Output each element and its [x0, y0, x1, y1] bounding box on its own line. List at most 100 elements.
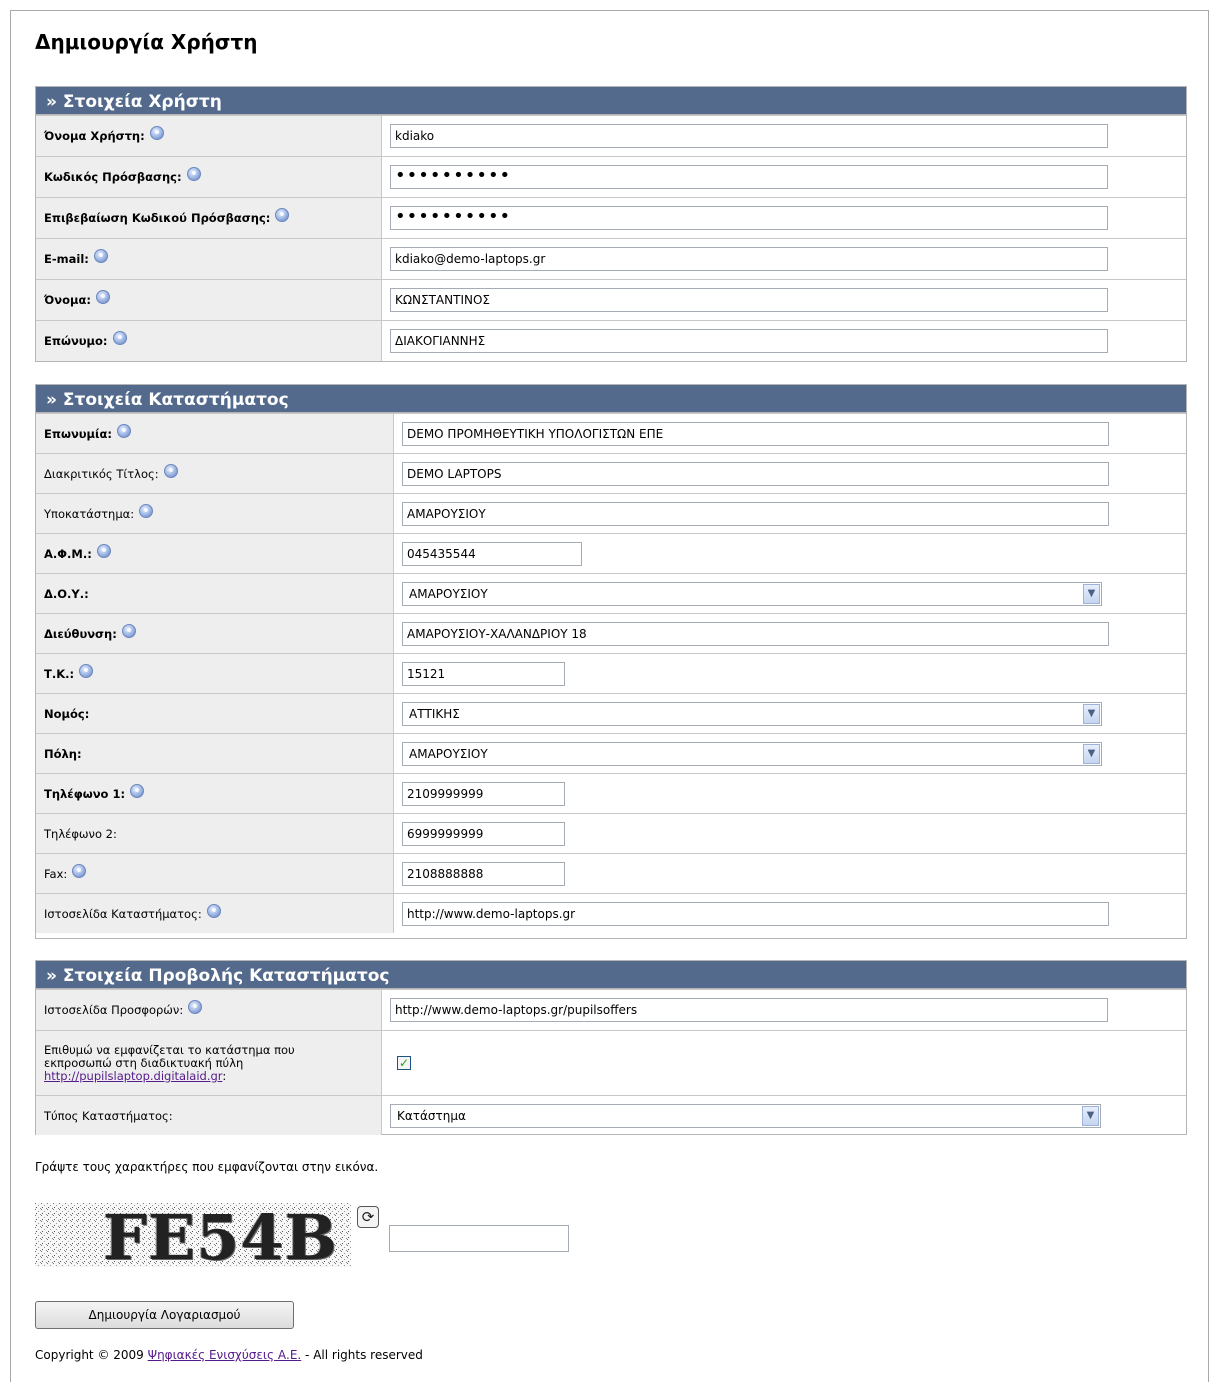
field-label: Όνομα:	[36, 280, 382, 320]
help-icon[interactable]	[95, 290, 110, 304]
field-label: Επώνυμο:	[36, 321, 382, 361]
label-text: Επώνυμο:	[44, 334, 108, 348]
form-row: Πόλη: ΑΜΑΡΟΥΣΙΟΥ ▼	[36, 733, 1186, 773]
label-text: Τ.Κ.:	[44, 666, 75, 681]
footer-prefix: Copyright © 2009	[35, 1348, 148, 1362]
field-label: Διεύθυνση:	[36, 614, 394, 653]
chevron-down-icon[interactable]: ▼	[1083, 743, 1100, 764]
help-icon[interactable]	[275, 208, 290, 222]
label-text: E-mail:	[44, 252, 89, 266]
portal-link[interactable]: http://pupilslaptop.digitalaid.gr	[44, 1069, 222, 1083]
refresh-captcha-icon[interactable]: ⟳	[357, 1206, 379, 1228]
help-icon[interactable]	[121, 623, 136, 638]
label-text: Α.Φ.Μ.:	[44, 546, 92, 561]
form-row: Υποκατάστημα:	[36, 493, 1186, 533]
help-icon[interactable]	[79, 663, 94, 678]
help-icon[interactable]	[130, 783, 145, 798]
field-label: Τηλέφωνο 1:	[36, 774, 394, 813]
captcha-text: FE54B	[103, 1203, 338, 1267]
label-text: Δ.Ο.Υ.:	[44, 586, 89, 601]
form-row: Διεύθυνση:	[36, 613, 1186, 653]
field-label: Τύπος Καταστήματος:	[36, 1096, 382, 1135]
prefecture-select[interactable]: ΑΤΤΙΚΗΣ ▼	[402, 701, 1102, 726]
chevron-down-icon[interactable]: ▼	[1083, 703, 1100, 724]
help-icon[interactable]	[188, 1000, 203, 1014]
label-text: Ιστοσελίδα Καταστήματος:	[44, 906, 202, 921]
label-text: Τηλέφωνο 1:	[44, 786, 126, 801]
chevron-down-icon[interactable]: ▼	[1082, 1105, 1099, 1126]
trade-name-input[interactable]	[402, 461, 1109, 486]
field-label: Κωδικός Πρόσβασης:	[36, 157, 382, 197]
company-link[interactable]: Ψηφιακές Ενισχύσεις Α.Ε.	[148, 1348, 302, 1362]
form-row: Όνομα Χρήστη:	[36, 115, 1186, 156]
help-icon[interactable]	[149, 126, 164, 140]
help-icon[interactable]	[72, 863, 87, 878]
field-label: Όνομα Χρήστη:	[36, 116, 382, 156]
confirm-password-input[interactable]: ••••••••••	[390, 206, 1108, 230]
captcha-input[interactable]	[389, 1225, 569, 1252]
last-name-input[interactable]	[390, 329, 1108, 353]
tax-office-select[interactable]: ΑΜΑΡΟΥΣΙΟΥ ▼	[402, 581, 1102, 606]
label-text: Διακριτικός Τίτλος:	[44, 466, 159, 481]
label-suffix: :	[222, 1068, 227, 1083]
field-label: Πόλη:	[36, 734, 394, 773]
fax-input[interactable]	[402, 861, 565, 886]
label-text: Πόλη:	[44, 746, 82, 761]
city-select[interactable]: ΑΜΑΡΟΥΣΙΟΥ ▼	[402, 741, 1102, 766]
selected-value: ΑΤΤΙΚΗΣ	[409, 706, 460, 721]
field-label: Ιστοσελίδα Καταστήματος:	[36, 894, 394, 933]
store-type-select[interactable]: Κατάστημα ▼	[390, 1103, 1101, 1128]
form-row: Τηλέφωνο 2:	[36, 813, 1186, 853]
company-name-input[interactable]	[402, 421, 1109, 446]
address-input[interactable]	[402, 621, 1109, 646]
branch-input[interactable]	[402, 501, 1109, 526]
captcha-image: FE54B	[35, 1203, 351, 1267]
section-header: » Στοιχεία Προβολής Καταστήματος	[36, 961, 1186, 989]
label-text: Υποκατάστημα:	[44, 506, 135, 521]
form-row: Δ.Ο.Υ.: ΑΜΑΡΟΥΣΙΟΥ ▼	[36, 573, 1186, 613]
help-icon[interactable]	[163, 463, 178, 478]
help-icon[interactable]	[117, 423, 131, 438]
form-row: Α.Φ.Μ.:	[36, 533, 1186, 573]
help-icon[interactable]	[186, 167, 201, 181]
phone2-input[interactable]	[402, 821, 565, 846]
form-row: Τ.Κ.:	[36, 653, 1186, 693]
create-account-button[interactable]: Δημιουργία Λογαριασμού	[35, 1301, 294, 1329]
website-input[interactable]	[402, 901, 1109, 926]
phone1-input[interactable]	[402, 781, 565, 806]
label-text: Επωνυμία:	[44, 426, 112, 441]
field-label: E-mail:	[36, 239, 382, 279]
password-input[interactable]: ••••••••••	[390, 165, 1108, 189]
help-icon[interactable]	[139, 503, 154, 518]
form-row: Ιστοσελίδα Καταστήματος:	[36, 893, 1186, 933]
help-icon[interactable]	[96, 543, 111, 558]
username-input[interactable]	[390, 124, 1108, 148]
field-label: Τ.Κ.:	[36, 654, 394, 693]
field-label: Επιθυμώ να εμφανίζεται το κατάστημα που …	[36, 1031, 382, 1095]
help-icon[interactable]	[112, 331, 127, 345]
store-details-section: » Στοιχεία Καταστήματος Επωνυμία: Διακρι…	[35, 384, 1187, 939]
offers-url-input[interactable]	[390, 998, 1108, 1022]
help-icon[interactable]	[206, 903, 221, 918]
chevron-down-icon[interactable]: ▼	[1083, 583, 1100, 604]
first-name-input[interactable]	[390, 288, 1108, 312]
label-text: Επιβεβαίωση Κωδικού Πρόσβασης:	[44, 211, 271, 225]
help-icon[interactable]	[93, 249, 108, 263]
section-header: » Στοιχεία Χρήστη	[36, 87, 1186, 115]
show-store-checkbox[interactable]: ✓	[397, 1056, 411, 1070]
user-details-section: » Στοιχεία Χρήστη Όνομα Χρήστη: Κωδικός …	[35, 86, 1187, 362]
field-label: Τηλέφωνο 2:	[36, 814, 394, 853]
field-label: Υποκατάστημα:	[36, 494, 394, 533]
vat-number-input[interactable]	[402, 541, 582, 566]
form-row: Επιβεβαίωση Κωδικού Πρόσβασης: •••••••••…	[36, 197, 1186, 238]
postal-code-input[interactable]	[402, 661, 565, 686]
form-row: Ιστοσελίδα Προσφορών:	[36, 989, 1186, 1030]
form-row: Επωνυμία:	[36, 413, 1186, 453]
section-header: » Στοιχεία Καταστήματος	[36, 385, 1186, 413]
label-text: Κωδικός Πρόσβασης:	[44, 170, 182, 184]
email-input[interactable]	[390, 247, 1108, 271]
field-label: Fax:	[36, 854, 394, 893]
form-row: Κωδικός Πρόσβασης: ••••••••••	[36, 156, 1186, 197]
label-text: Όνομα Χρήστη:	[44, 129, 145, 143]
store-display-section: » Στοιχεία Προβολής Καταστήματος Ιστοσελ…	[35, 960, 1187, 1135]
